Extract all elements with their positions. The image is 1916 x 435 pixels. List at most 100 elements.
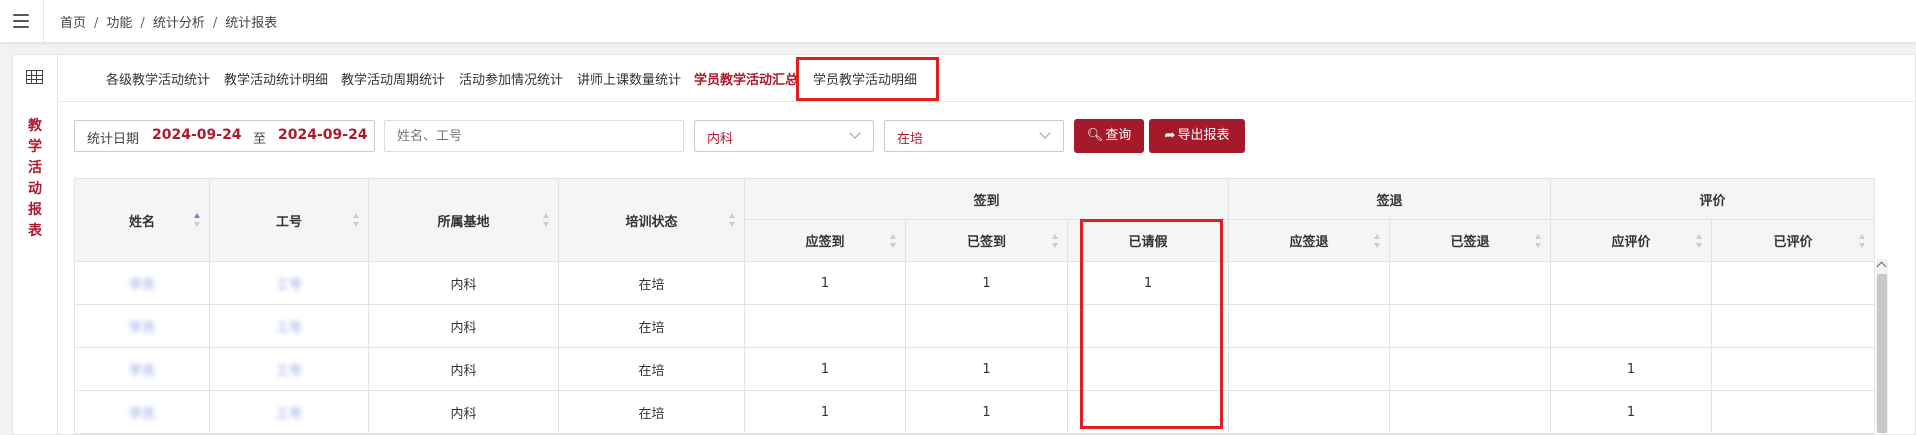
date-to-label: 至 (253, 132, 267, 147)
col-header-base[interactable]: 所属基地 (368, 178, 559, 262)
cell-should-signout (1228, 304, 1390, 348)
cell-status: 在培 (558, 390, 745, 434)
student-name: 学员 (128, 363, 155, 379)
col-header-name[interactable]: 姓名 (74, 178, 210, 262)
sort-icon[interactable] (1859, 233, 1866, 248)
search-icon: 🔍︎ (1086, 128, 1104, 143)
sort-icon[interactable] (353, 213, 360, 227)
cell-signed: 1 (905, 261, 1068, 305)
col-header-should-signout[interactable]: 应签退 (1228, 219, 1390, 262)
group-header-evaluation: 评价 (1550, 178, 1875, 220)
table-row[interactable]: 学员 工号 内科 在培 1 1 1 (74, 347, 1875, 391)
status-select-value: 在培 (897, 132, 924, 147)
cell-should-eval (1550, 261, 1712, 305)
tab-stats-detail[interactable]: 教学活动统计明细 (224, 69, 328, 88)
student-name: 学员 (128, 277, 155, 293)
table-row[interactable]: 学员 工号 内科 在培 (74, 304, 1875, 348)
date-to[interactable]: 2024-09-24 (278, 127, 368, 143)
cell-should-signout (1228, 390, 1390, 434)
cell-signed-out (1389, 390, 1551, 434)
cell-signed (905, 304, 1068, 348)
sort-icon[interactable] (1052, 233, 1059, 248)
chevron-down-icon (849, 127, 861, 139)
group-header-signin: 签到 (744, 178, 1229, 220)
status-select[interactable]: 在培 (884, 120, 1064, 152)
chevron-down-icon (1039, 127, 1051, 139)
col-header-signed-out[interactable]: 已签退 (1389, 219, 1551, 262)
student-id: 工号 (275, 277, 302, 293)
base-select-value: 内科 (707, 132, 734, 147)
cell-signed: 1 (905, 347, 1068, 391)
cell-should-sign: 1 (744, 261, 906, 305)
date-from[interactable]: 2024-09-24 (152, 127, 242, 143)
cell-leave (1067, 304, 1229, 348)
sort-icon[interactable] (543, 213, 550, 227)
col-header-should-sign[interactable]: 应签到 (744, 219, 906, 262)
sort-icon[interactable] (1374, 233, 1381, 248)
date-range-field[interactable]: 统计日期 2024-09-24 至 2024-09-24 (74, 120, 375, 152)
cell-signed-out (1389, 347, 1551, 391)
cell-base: 内科 (368, 347, 559, 391)
breadcrumb: 首页 / 功能 / 统计分析 / 统计报表 (60, 16, 278, 31)
tab-lecturer-stats[interactable]: 讲师上课数量统计 (577, 69, 681, 88)
col-header-evaluated[interactable]: 已评价 (1711, 219, 1875, 262)
cell-should-eval (1550, 304, 1712, 348)
cell-signed-out (1389, 261, 1551, 305)
export-report-button[interactable]: ➦ 导出报表 (1149, 119, 1245, 153)
cell-base: 内科 (368, 304, 559, 348)
cell-should-eval: 1 (1550, 390, 1712, 434)
table-row[interactable]: 学员 工号 内科 在培 1 1 1 (74, 261, 1875, 305)
cell-evaluated (1711, 261, 1875, 305)
share-icon: ➦ (1164, 128, 1176, 143)
sort-icon[interactable] (1696, 233, 1703, 248)
student-name: 学员 (128, 406, 155, 422)
query-label: 查询 (1105, 128, 1132, 143)
top-bar: 首页 / 功能 / 统计分析 / 统计报表 (0, 0, 1916, 43)
divider (43, 0, 44, 42)
cell-leave (1067, 390, 1229, 434)
sort-icon[interactable] (1535, 233, 1542, 248)
tab-level-stats[interactable]: 各级教学活动统计 (106, 69, 210, 88)
side-title: 教 学 活 动 报 表 (28, 118, 42, 239)
student-activity-summary-table: 姓名 工号 所属基地 培训状态 签到 签退 评价 应签到 已签到 已请假 应签退… (74, 178, 1875, 434)
breadcrumb-stats[interactable]: 统计分析 (153, 16, 205, 31)
cell-base: 内科 (368, 261, 559, 305)
col-header-should-eval[interactable]: 应评价 (1550, 219, 1712, 262)
col-header-status[interactable]: 培训状态 (558, 178, 745, 262)
cell-signed: 1 (905, 390, 1068, 434)
cell-status: 在培 (558, 261, 745, 305)
breadcrumb-function[interactable]: 功能 (106, 16, 132, 31)
active-tab-highlight-box (796, 57, 939, 101)
col-header-leave[interactable]: 已请假 (1067, 219, 1229, 262)
grid-icon[interactable] (26, 70, 43, 84)
name-id-search-input[interactable] (384, 120, 684, 152)
cell-status: 在培 (558, 304, 745, 348)
cell-should-eval: 1 (1550, 347, 1712, 391)
student-name: 学员 (128, 320, 155, 336)
col-header-signed[interactable]: 已签到 (905, 219, 1068, 262)
side-rail: 教 学 活 动 报 表 (13, 55, 58, 434)
scrollbar-thumb[interactable] (1877, 274, 1887, 433)
tab-participation-stats[interactable]: 活动参加情况统计 (459, 69, 563, 88)
cell-evaluated (1711, 347, 1875, 391)
cell-base: 内科 (368, 390, 559, 434)
cell-should-signout (1228, 347, 1390, 391)
cell-should-sign: 1 (744, 347, 906, 391)
cell-should-signout (1228, 261, 1390, 305)
sort-icon[interactable] (890, 233, 897, 248)
hamburger-menu-icon[interactable] (13, 14, 29, 28)
sort-asc-icon[interactable] (194, 213, 201, 227)
col-header-id[interactable]: 工号 (209, 178, 369, 262)
tab-student-summary[interactable]: 学员教学活动汇总 (694, 69, 798, 88)
tab-bar: 各级教学活动统计 教学活动统计明细 教学活动周期统计 活动参加情况统计 讲师上课… (58, 55, 1915, 102)
breadcrumb-home[interactable]: 首页 (60, 16, 86, 31)
query-button[interactable]: 🔍︎ 查询 (1074, 119, 1144, 153)
cell-should-sign (744, 304, 906, 348)
base-select[interactable]: 内科 (694, 120, 874, 152)
cell-status: 在培 (558, 347, 745, 391)
cell-evaluated (1711, 304, 1875, 348)
student-id: 工号 (275, 406, 302, 422)
tab-period-stats[interactable]: 教学活动周期统计 (341, 69, 445, 88)
sort-icon[interactable] (729, 213, 736, 227)
table-row[interactable]: 学员 工号 内科 在培 1 1 1 (74, 390, 1875, 434)
